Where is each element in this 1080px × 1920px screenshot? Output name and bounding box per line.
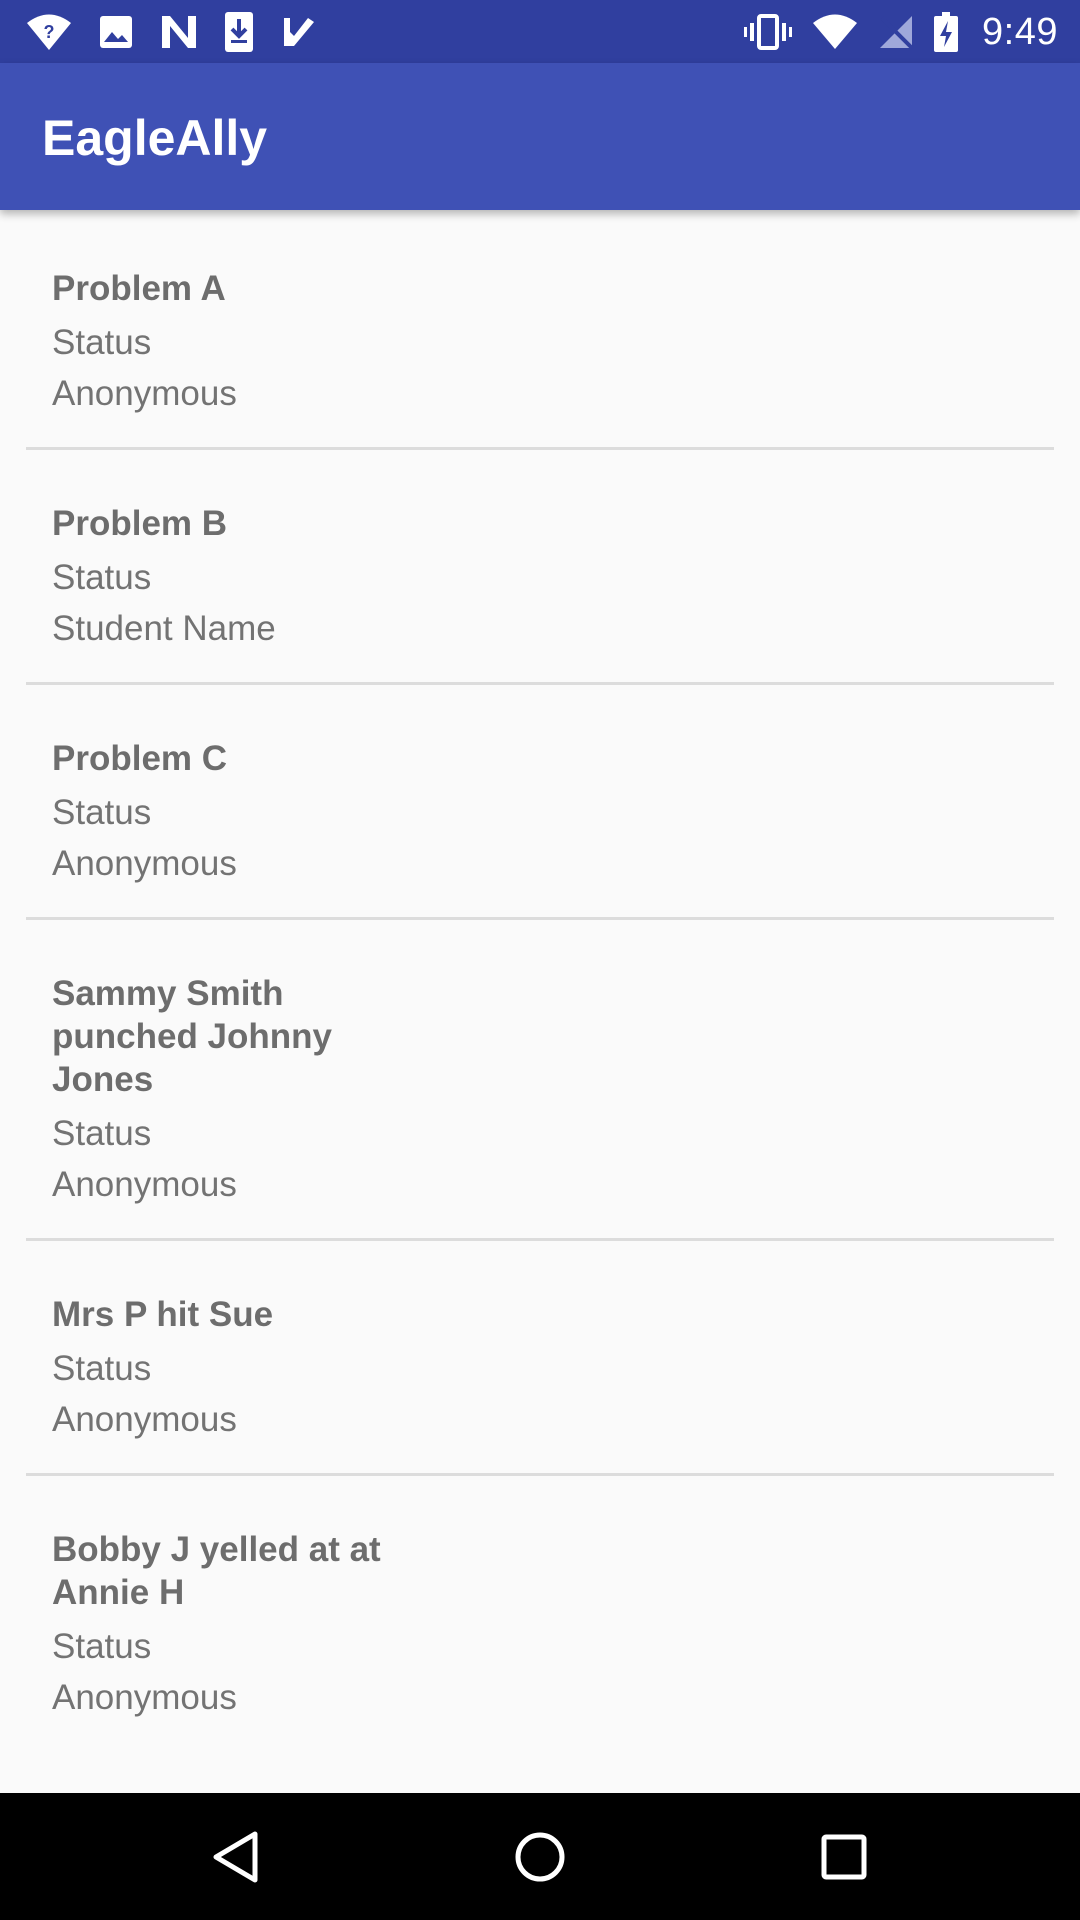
list-item[interactable]: Problem B Status Student Name: [26, 450, 1054, 685]
home-button[interactable]: [504, 1821, 576, 1893]
app-title: EagleAlly: [42, 110, 268, 166]
list-item[interactable]: Sammy Smith punched Johnny Jones Status …: [26, 920, 1054, 1241]
report-status: Status: [52, 1349, 152, 1388]
system-icons: 9:49: [744, 8, 1058, 56]
status-bar: ? 9:49: [0, 0, 1080, 63]
navigation-bar: [0, 1793, 1080, 1920]
notification-icons: ?: [26, 10, 316, 54]
report-status: Status: [52, 793, 152, 832]
clock: 9:49: [982, 10, 1058, 53]
report-title: Problem B: [52, 504, 228, 543]
svg-text:?: ?: [44, 22, 55, 42]
list-item[interactable]: Bobby J yelled at at Annie H Status Anon…: [26, 1476, 1054, 1751]
battery-charging-icon: [934, 12, 959, 52]
report-reporter: Anonymous: [52, 1400, 237, 1439]
report-reporter: Anonymous: [52, 374, 237, 413]
image-icon: [98, 14, 134, 50]
home-icon: [515, 1832, 565, 1882]
report-status: Status: [52, 1114, 152, 1153]
report-title: Sammy Smith punched Johnny Jones: [52, 974, 332, 1099]
report-reporter: Anonymous: [52, 1678, 237, 1717]
list-item[interactable]: Problem A Status Anonymous: [26, 210, 1054, 450]
list-item[interactable]: Problem C Status Anonymous: [26, 685, 1054, 920]
report-reporter: Anonymous: [52, 1165, 237, 1204]
list-item[interactable]: Mrs P hit Sue Status Anonymous: [26, 1241, 1054, 1476]
report-reporter: Anonymous: [52, 844, 237, 883]
download-icon: [224, 11, 254, 53]
report-reporter: Student Name: [52, 609, 276, 648]
app-bar: EagleAlly: [0, 63, 1080, 210]
wifi-icon: [812, 14, 858, 50]
check-icon: [280, 14, 316, 50]
n-logo-icon: [160, 14, 198, 50]
no-signal-icon: [878, 14, 914, 50]
wifi-question-icon: ?: [26, 12, 72, 52]
back-icon: [213, 1831, 258, 1883]
report-status: Status: [52, 558, 152, 597]
report-title: Problem C: [52, 739, 228, 778]
vibrate-icon: [744, 14, 793, 50]
recents-icon: [821, 1834, 867, 1880]
back-button[interactable]: [200, 1821, 272, 1893]
report-list: Problem A Status Anonymous Problem B Sta…: [0, 210, 1080, 1793]
report-title: Problem A: [52, 269, 226, 308]
report-title: Mrs P hit Sue: [52, 1295, 274, 1334]
report-status: Status: [52, 323, 152, 362]
report-title: Bobby J yelled at at Annie H: [52, 1530, 381, 1612]
report-status: Status: [52, 1627, 152, 1666]
recents-button[interactable]: [808, 1821, 880, 1893]
